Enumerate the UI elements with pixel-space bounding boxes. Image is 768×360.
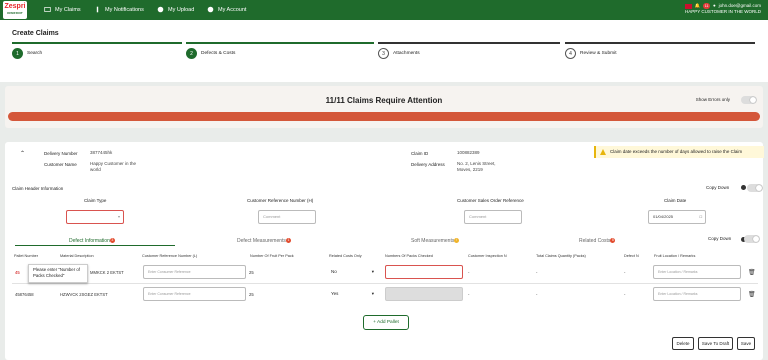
delivery-address: No. 2, Lenis Street, Moves, 2219 — [457, 161, 496, 172]
remarks-input[interactable]: Enter Location / Remarks — [653, 265, 741, 279]
nav-my-upload[interactable]: My Upload — [157, 6, 194, 13]
defect-n: - — [624, 292, 626, 297]
show-errors-toggle[interactable] — [741, 96, 757, 104]
user-area: 🔔 11 ● john.doe@gmail.com HAPPY CUSTOMER… — [684, 3, 761, 15]
upload-icon — [157, 6, 164, 13]
claim-header-title: Claim Header Information — [12, 186, 64, 191]
claim-date-input[interactable]: 01/04/2025 □ — [648, 210, 706, 224]
claim-type-label: Claim Type — [84, 198, 107, 203]
chevron-down-icon: ▾ — [371, 291, 374, 296]
table-row-material: MMKCK 2 EKTST — [90, 270, 124, 275]
claim-id: 100882389 — [457, 150, 480, 155]
calendar-icon: □ — [699, 214, 702, 219]
customer-reference-label: Customer Reference Number (H) — [247, 198, 314, 203]
top-navigation-bar: Zespri KIWIFRUIT My Claims My Notificatio… — [0, 0, 768, 20]
add-pallet-button[interactable]: + Add Pallet — [363, 315, 409, 330]
row-divider — [12, 283, 758, 284]
related-costs-select[interactable]: No ▾ — [327, 265, 377, 279]
attention-card: 11/11 Claims Require Attention Show Erro… — [5, 86, 763, 128]
nav-my-account[interactable]: My Account — [207, 6, 246, 13]
chevron-down-icon: ▾ — [117, 214, 120, 219]
sales-order-label: Customer Sales Order Reference — [457, 198, 524, 203]
related-costs-select[interactable]: Yes ▾ — [327, 287, 377, 301]
tab-defect-measurements[interactable]: Defect Measurements 1 — [237, 238, 291, 244]
zespri-logo[interactable]: Zespri KIWIFRUIT — [3, 1, 27, 19]
remarks-input[interactable]: Enter Location / Remarks — [653, 287, 741, 301]
copy-down-label-table: Copy Down — [708, 236, 732, 241]
save-to-draft-button[interactable]: Save To Draft — [698, 337, 733, 350]
total-claims-quantity: - — [536, 270, 538, 275]
copy-down-toggle-table[interactable] — [744, 235, 760, 243]
packs-checked-input[interactable] — [385, 265, 463, 279]
customer-reference-line-input[interactable]: Enter Consumer Reference — [143, 287, 246, 301]
warning-icon — [600, 149, 606, 155]
col-customer-reference: Customer Reference Number (L) — [142, 254, 198, 258]
trash-icon[interactable]: 🗑 — [748, 269, 756, 276]
save-button[interactable]: Save — [737, 337, 755, 350]
attention-title: 11/11 Claims Require Attention — [325, 96, 443, 105]
tab-defect-information[interactable]: Defect Information 3 — [69, 238, 115, 244]
col-pallet-number: Pallet Number — [14, 254, 39, 258]
claims-icon — [44, 7, 51, 12]
col-remarks: Fruit Location / Remarks — [654, 254, 696, 258]
col-related-costs: Related Costs Only — [329, 254, 362, 258]
copy-down-toggle[interactable] — [747, 184, 763, 192]
total-claims-quantity: - — [536, 292, 538, 297]
claim-date-warning: Claim date exceeds the number of days al… — [594, 146, 764, 158]
sales-order-input[interactable]: Comment — [464, 210, 522, 224]
table-row-material: HZWVCK 2SGEZ EKTST — [60, 292, 108, 297]
col-packs-checked: Numbers Of Packs Checked — [385, 254, 433, 258]
customer-reference-line-input[interactable]: Enter Consumer Reference — [143, 265, 246, 279]
fruit-per-pack: 25 — [249, 292, 254, 297]
customer-name-label: Customer Name — [44, 162, 77, 167]
show-errors-label: Show Errors only — [695, 97, 730, 102]
table-row-pallet[interactable]: 45 — [15, 270, 20, 275]
tab-soft-measurements[interactable]: Soft Measurements! — [411, 238, 460, 244]
active-tab-underline — [15, 245, 175, 246]
col-fruit-per-pack: Number Of Fruit Per Pack — [250, 254, 294, 258]
delivery-address-label: Delivery Address — [411, 162, 445, 167]
delivery-number: 3877445hk — [90, 150, 113, 155]
customer-name: HAPPY CUSTOMER IN THE WORLD — [684, 9, 761, 14]
customer-reference-input[interactable]: Comment — [258, 210, 316, 224]
table-row-pallet[interactable]: 45876458 — [15, 292, 34, 297]
step-defects-costs[interactable]: 2 Defects & Costs — [186, 42, 374, 64]
trash-icon[interactable]: 🗑 — [748, 291, 756, 298]
account-icon — [207, 6, 214, 13]
col-material-description: Material Description — [60, 254, 94, 258]
claim-type-select[interactable]: ▾ — [66, 210, 124, 224]
copy-down-label: Copy Down — [706, 185, 730, 190]
packs-checked-input — [385, 287, 463, 301]
claim-date-label: Claim Date — [664, 198, 687, 203]
step-attachments[interactable]: 3 Attachments — [378, 42, 560, 64]
claim-id-label: Claim ID — [411, 151, 429, 156]
col-defect: Defect N — [624, 254, 639, 258]
defect-n: - — [624, 270, 626, 275]
fruit-per-pack: 25 — [249, 270, 254, 275]
col-customer-inspection: Customer Inspection N — [468, 254, 507, 258]
tab-related-costs[interactable]: Related Costs 5 — [579, 238, 616, 244]
delete-button[interactable]: Delete — [672, 337, 694, 350]
validation-tooltip: Please enter "Number of Packs Checked" — [28, 264, 88, 283]
customer-inspection: - — [468, 270, 470, 275]
step-search[interactable]: 1 Search — [12, 42, 182, 64]
page-title: Create Claims — [12, 30, 59, 37]
chevron-down-icon: ▾ — [371, 269, 374, 274]
language-flag-icon[interactable] — [684, 3, 692, 9]
delivery-number-label: Delivery Number — [44, 151, 78, 156]
col-total-claims-quantity: Total Claims Quantity (Packs) — [536, 254, 586, 258]
step-review-submit[interactable]: 4 Review & Submit — [565, 42, 755, 64]
customer-inspection: - — [468, 292, 470, 297]
nav-my-claims[interactable]: My Claims — [44, 6, 81, 13]
nav-my-notifications[interactable]: My Notifications — [94, 6, 144, 13]
attention-progress-bar — [8, 112, 760, 121]
info-icon[interactable] — [741, 185, 746, 190]
customer-name-value: Happy Customer in the world — [90, 161, 137, 172]
bell-icon — [96, 6, 99, 13]
chevron-up-icon[interactable]: ⌃ — [20, 150, 25, 157]
